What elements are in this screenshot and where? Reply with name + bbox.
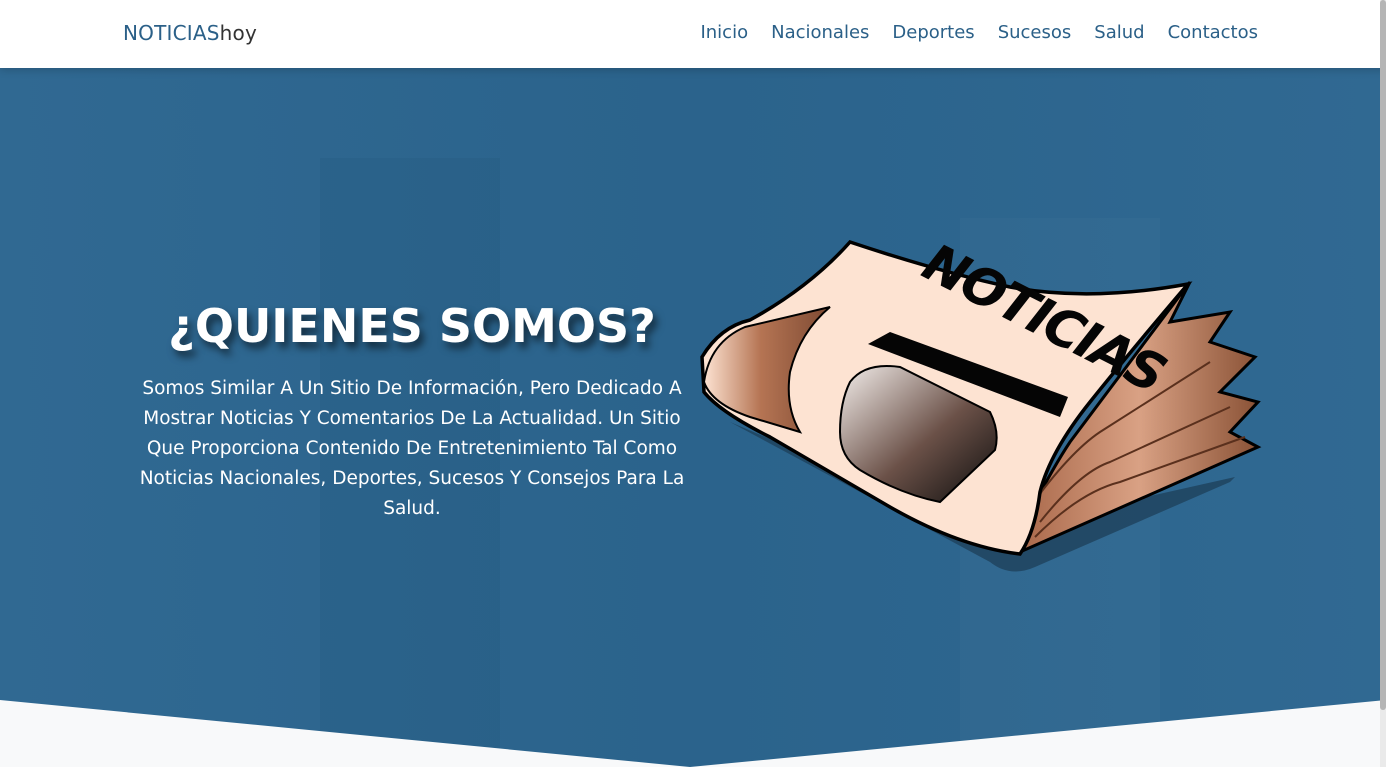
nav-link-salud[interactable]: Salud bbox=[1094, 21, 1144, 45]
brand-primary: NOTICIAS bbox=[123, 21, 220, 45]
nav-link-sucesos[interactable]: Sucesos bbox=[998, 21, 1072, 45]
hero-title: ¿QUIENES SOMOS? bbox=[168, 299, 656, 353]
brand-secondary: hoy bbox=[219, 21, 258, 45]
section-divider bbox=[0, 700, 1386, 767]
brand-logo[interactable]: NOTICIAShoy bbox=[123, 21, 257, 45]
nav-menu: Inicio Nacionales Deportes Sucesos Salud… bbox=[700, 21, 1258, 45]
scrollbar-thumb[interactable] bbox=[1380, 0, 1386, 710]
navbar: NOTICIAShoy Inicio Nacionales Deportes S… bbox=[0, 0, 1386, 68]
nav-link-inicio[interactable]: Inicio bbox=[700, 21, 748, 45]
nav-link-contactos[interactable]: Contactos bbox=[1168, 21, 1258, 45]
nav-link-nacionales[interactable]: Nacionales bbox=[771, 21, 869, 45]
hero-description: Somos Similar A Un Sitio De Información,… bbox=[139, 378, 685, 519]
newspaper-illustration: NOTICIAS bbox=[700, 233, 1262, 572]
nav-link-deportes[interactable]: Deportes bbox=[892, 21, 974, 45]
